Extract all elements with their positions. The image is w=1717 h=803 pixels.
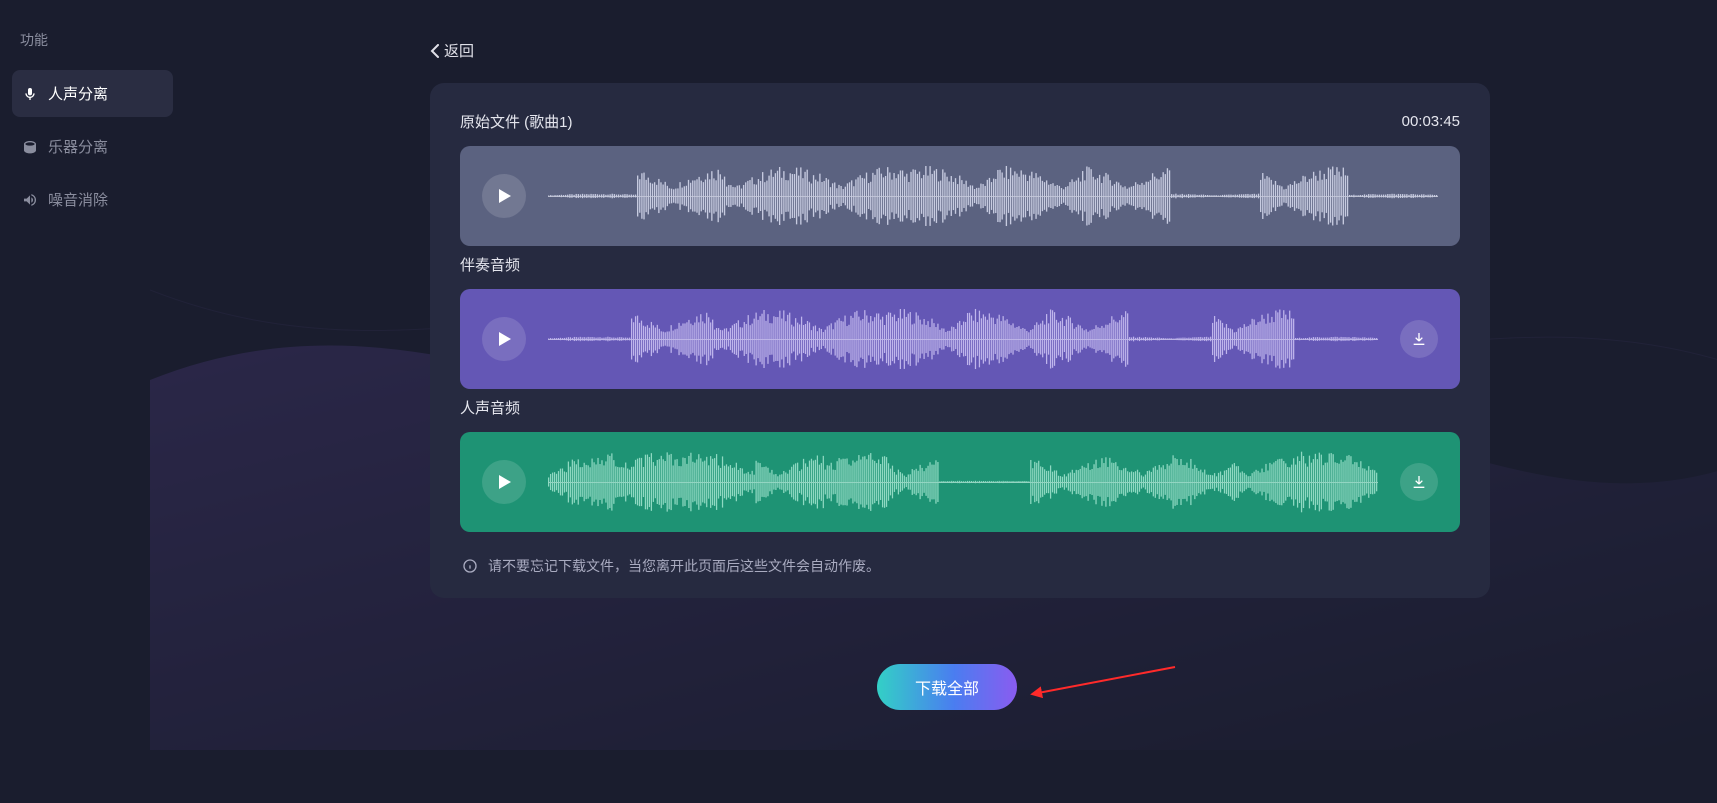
sidebar-item-instrument-separation[interactable]: 乐器分离 xyxy=(12,123,173,170)
track-header-original: 原始文件 (歌曲1) 00:03:45 xyxy=(460,111,1460,132)
back-button[interactable]: 返回 xyxy=(430,40,1510,61)
play-icon xyxy=(498,332,512,346)
track-duration-original: 00:03:45 xyxy=(1402,113,1460,130)
sidebar-item-label: 人声分离 xyxy=(48,83,108,104)
play-icon xyxy=(498,475,512,489)
sidebar-item-label: 噪音消除 xyxy=(48,189,108,210)
sidebar-item-noise-removal[interactable]: 噪音消除 xyxy=(12,176,173,223)
sidebar-item-label: 乐器分离 xyxy=(48,136,108,157)
waveform-original[interactable] xyxy=(548,164,1438,228)
play-icon xyxy=(498,189,512,203)
play-button-vocal[interactable] xyxy=(482,460,526,504)
drum-icon xyxy=(22,139,38,155)
results-panel: 原始文件 (歌曲1) 00:03:45 伴奏音频 xyxy=(430,83,1490,598)
track-accompaniment xyxy=(460,289,1460,389)
waveform-vocal[interactable] xyxy=(548,450,1378,514)
sidebar-title: 功能 xyxy=(12,30,173,70)
main-content: 返回 原始文件 (歌曲1) 00:03:45 伴奏音频 xyxy=(430,40,1510,598)
track-original xyxy=(460,146,1460,246)
play-button-original[interactable] xyxy=(482,174,526,218)
notice-text: 请不要忘记下载文件，当您离开此页面后这些文件会自动作废。 xyxy=(488,556,880,576)
track-title-accompaniment: 伴奏音频 xyxy=(460,254,520,275)
play-button-accompaniment[interactable] xyxy=(482,317,526,361)
track-title-vocal: 人声音频 xyxy=(460,397,520,418)
download-button-accompaniment[interactable] xyxy=(1400,320,1438,358)
chevron-left-icon xyxy=(430,44,440,58)
info-icon xyxy=(462,558,478,574)
track-header-vocal: 人声音频 xyxy=(460,397,1460,418)
download-icon xyxy=(1411,474,1427,490)
noise-icon xyxy=(22,192,38,208)
track-vocal xyxy=(460,432,1460,532)
download-icon xyxy=(1411,331,1427,347)
notice: 请不要忘记下载文件，当您离开此页面后这些文件会自动作废。 xyxy=(460,540,1460,576)
track-header-accompaniment: 伴奏音频 xyxy=(460,254,1460,275)
annotation-arrow xyxy=(1030,665,1180,705)
sidebar-item-vocal-separation[interactable]: 人声分离 xyxy=(12,70,173,117)
download-button-vocal[interactable] xyxy=(1400,463,1438,501)
back-label: 返回 xyxy=(444,40,474,61)
download-all-label: 下载全部 xyxy=(915,675,979,699)
mic-icon xyxy=(22,86,38,102)
track-title-original: 原始文件 (歌曲1) xyxy=(460,111,573,132)
waveform-accompaniment[interactable] xyxy=(548,307,1378,371)
download-all-button[interactable]: 下载全部 xyxy=(877,664,1017,710)
sidebar: 功能 人声分离 乐器分离 噪音消除 xyxy=(0,0,185,803)
